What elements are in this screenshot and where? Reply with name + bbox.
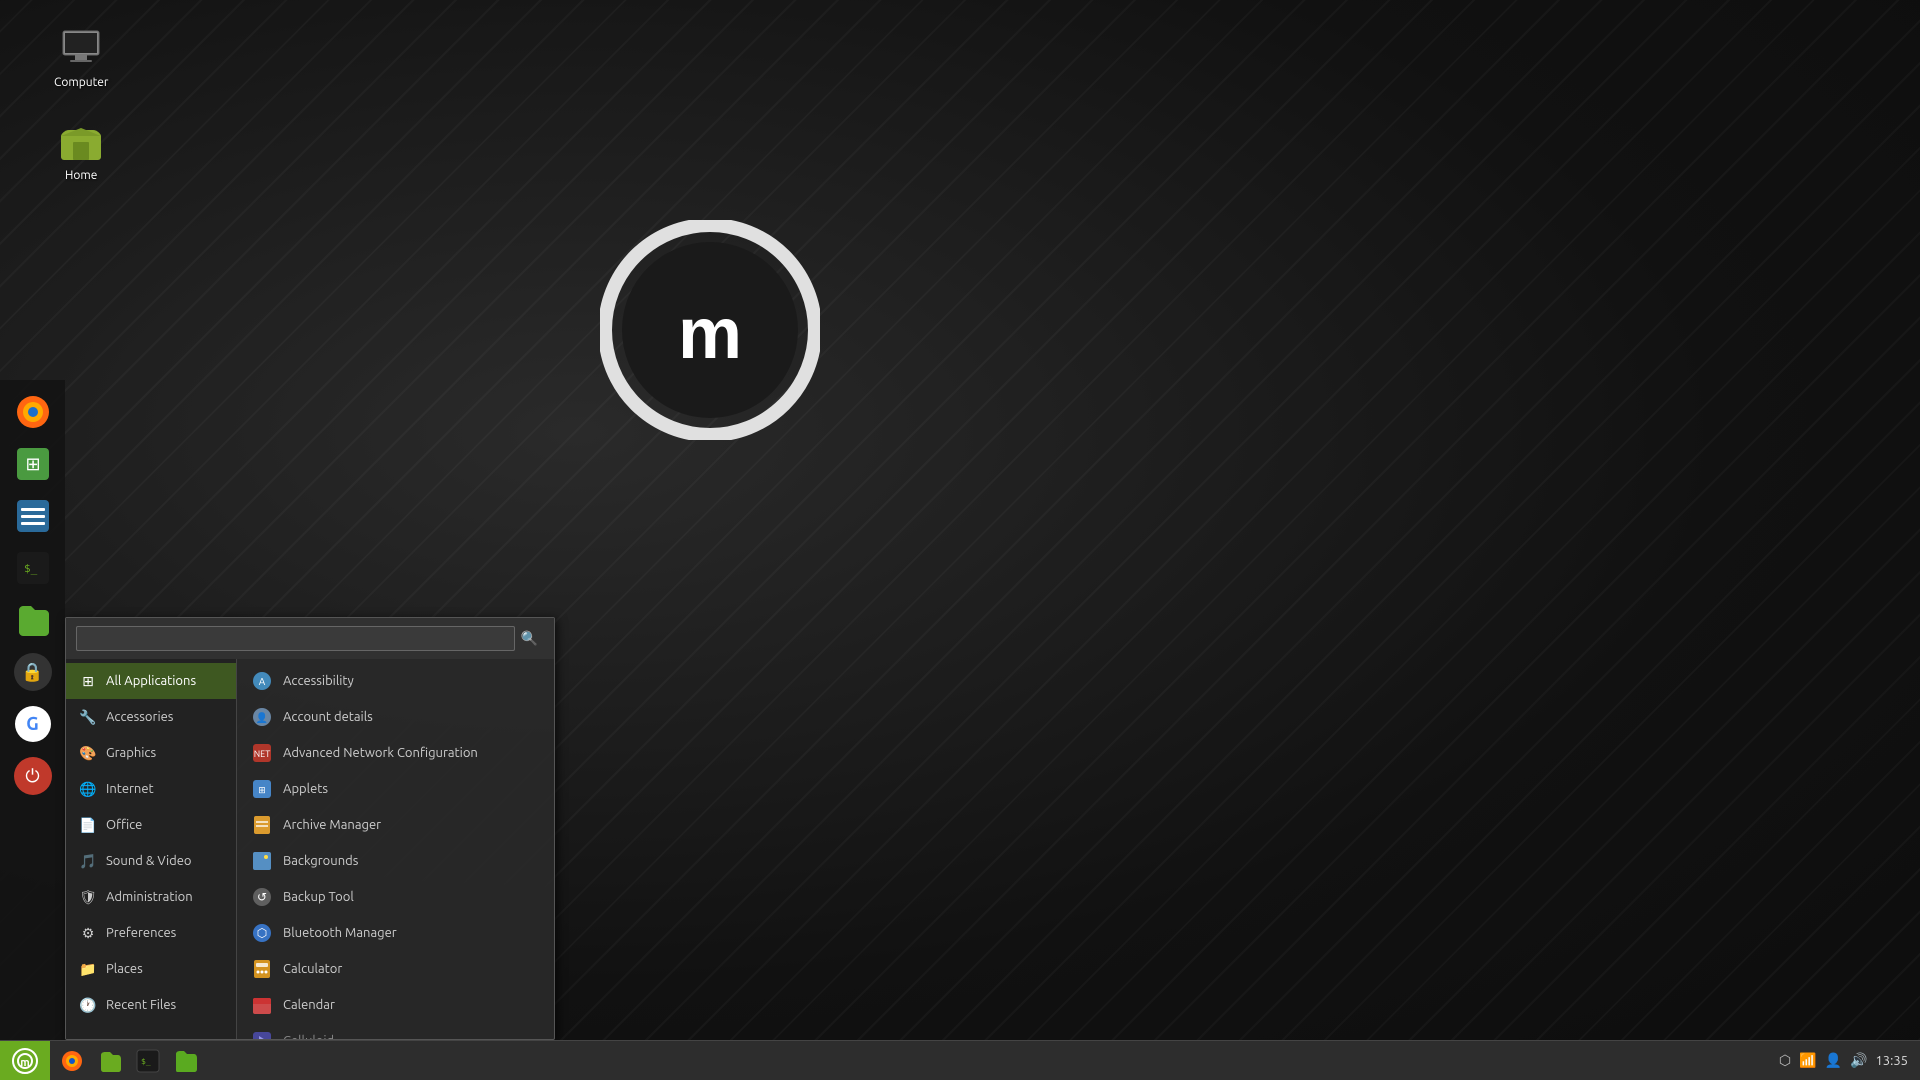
svg-text:m: m: [20, 1057, 29, 1069]
category-preferences[interactable]: ⚙ Preferences: [66, 915, 236, 951]
category-sound-video[interactable]: 🎵 Sound & Video: [66, 843, 236, 879]
recent-icon: 🕐: [78, 995, 98, 1015]
admin-icon: 🛡: [78, 887, 98, 907]
category-recent[interactable]: 🕐 Recent Files: [66, 987, 236, 1023]
svg-text:⬡: ⬡: [257, 927, 267, 940]
celluloid-icon: [251, 1030, 273, 1039]
archive-icon: [251, 814, 273, 836]
desktop-icon-computer[interactable]: Computer: [50, 20, 112, 93]
app-bluetooth[interactable]: ⬡ Bluetooth Manager: [237, 915, 554, 951]
svg-text:$_: $_: [141, 1057, 151, 1066]
computer-icon-label: Computer: [54, 76, 108, 89]
network-icon: NET: [251, 742, 273, 764]
dock-item-terminal[interactable]: $_: [9, 544, 57, 592]
category-internet[interactable]: 🌐 Internet: [66, 771, 236, 807]
calendar-icon: [251, 994, 273, 1016]
svg-text:$_: $_: [24, 562, 38, 575]
category-all[interactable]: ⊞ All Applications: [66, 663, 236, 699]
search-input[interactable]: [76, 626, 515, 651]
applets-icon: ⊞: [251, 778, 273, 800]
home-folder-icon: [57, 117, 105, 165]
home-icon-label: Home: [65, 169, 97, 182]
network-tray-icon[interactable]: 📶: [1799, 1052, 1816, 1069]
svg-text:↺: ↺: [257, 891, 267, 904]
dock-item-google[interactable]: G: [9, 700, 57, 748]
graphics-icon: 🎨: [78, 743, 98, 763]
taskbar-files[interactable]: [92, 1043, 128, 1079]
app-backgrounds[interactable]: Backgrounds: [237, 843, 554, 879]
accessibility-icon: A: [251, 670, 273, 692]
app-account[interactable]: 👤 Account details: [237, 699, 554, 735]
app-calculator[interactable]: Calculator: [237, 951, 554, 987]
lock-icon: 🔒: [14, 653, 52, 691]
dock-item-firefox[interactable]: [9, 388, 57, 436]
dock-item-power[interactable]: ⏻: [9, 752, 57, 800]
dock-item-software[interactable]: ⊞: [9, 440, 57, 488]
office-icon: 📄: [78, 815, 98, 835]
svg-text:⊞: ⊞: [25, 454, 40, 474]
menu-categories: ⊞ All Applications 🔧 Accessories 🎨 Graph…: [66, 659, 236, 1039]
accessories-icon: 🔧: [78, 707, 98, 727]
all-apps-icon: ⊞: [78, 671, 98, 691]
menu-apps-list: A Accessibility 👤 Account details NET Ad…: [236, 659, 554, 1039]
sound-video-icon: 🎵: [78, 851, 98, 871]
category-administration[interactable]: 🛡 Administration: [66, 879, 236, 915]
preferences-icon: ⚙: [78, 923, 98, 943]
menu-content: ⊞ All Applications 🔧 Accessories 🎨 Graph…: [66, 659, 554, 1039]
app-celluloid[interactable]: Celluloid: [237, 1023, 554, 1039]
user-tray-icon[interactable]: 👤: [1825, 1052, 1842, 1069]
app-archive[interactable]: Archive Manager: [237, 807, 554, 843]
taskbar-terminal[interactable]: $_: [130, 1043, 166, 1079]
calculator-icon: [251, 958, 273, 980]
category-graphics[interactable]: 🎨 Graphics: [66, 735, 236, 771]
internet-icon: 🌐: [78, 779, 98, 799]
power-icon: ⏻: [14, 757, 52, 795]
taskbar-apps: $_: [50, 1043, 1779, 1079]
volume-tray-icon[interactable]: 🔊: [1850, 1052, 1867, 1069]
taskbar-system-tray: ⬡ 📶 👤 🔊 13:35: [1779, 1052, 1920, 1069]
app-calendar[interactable]: Calendar: [237, 987, 554, 1023]
category-places[interactable]: 📁 Places: [66, 951, 236, 987]
app-accessibility[interactable]: A Accessibility: [237, 663, 554, 699]
bluetooth-icon: ⬡: [251, 922, 273, 944]
google-icon: G: [15, 706, 51, 742]
desktop-icon-home[interactable]: Home: [50, 113, 112, 186]
category-accessories[interactable]: 🔧 Accessories: [66, 699, 236, 735]
taskbar-firefox[interactable]: [54, 1043, 90, 1079]
search-button[interactable]: 🔍: [515, 628, 544, 649]
taskbar: m $_: [0, 1040, 1920, 1080]
clock: 13:35: [1875, 1054, 1908, 1068]
account-icon: 👤: [251, 706, 273, 728]
svg-text:👤: 👤: [256, 711, 268, 724]
app-network[interactable]: NET Advanced Network Configuration: [237, 735, 554, 771]
backup-icon: ↺: [251, 886, 273, 908]
dock-item-lock[interactable]: 🔒: [9, 648, 57, 696]
mint-logo: m: [600, 220, 820, 440]
dock: ⊞ $_ 🔒: [0, 380, 65, 1040]
taskbar-start-button[interactable]: m: [0, 1041, 50, 1080]
taskbar-folder[interactable]: [168, 1043, 204, 1079]
app-applets[interactable]: ⊞ Applets: [237, 771, 554, 807]
computer-icon: [57, 24, 105, 72]
category-office[interactable]: 📄 Office: [66, 807, 236, 843]
dock-item-files[interactable]: [9, 596, 57, 644]
app-backup[interactable]: ↺ Backup Tool: [237, 879, 554, 915]
svg-text:NET: NET: [254, 749, 270, 759]
svg-text:⊞: ⊞: [258, 785, 266, 795]
app-menu: 🔍 ⊞ All Applications 🔧 Accessories 🎨 Gra…: [65, 617, 555, 1040]
svg-text:A: A: [259, 676, 266, 687]
bluetooth-tray-icon[interactable]: ⬡: [1779, 1052, 1791, 1069]
svg-text:m: m: [678, 294, 742, 374]
places-icon: 📁: [78, 959, 98, 979]
dock-item-update[interactable]: [9, 492, 57, 540]
desktop-icons: Computer Home: [50, 20, 112, 186]
menu-search-bar: 🔍: [66, 618, 554, 659]
backgrounds-icon: [251, 850, 273, 872]
desktop: m Computer: [0, 0, 1920, 1080]
